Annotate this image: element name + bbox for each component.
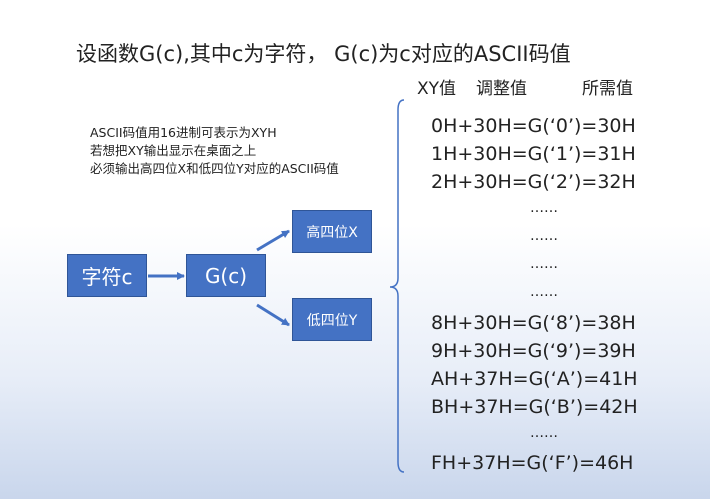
conversion-row: 9H+30H=G(‘9’)=39H bbox=[431, 340, 636, 362]
curly-brace bbox=[389, 99, 405, 473]
ellipsis-row: …… bbox=[530, 200, 558, 216]
conversion-row: BH+37H=G(‘B’)=42H bbox=[431, 396, 638, 418]
arrow-g-to-low bbox=[256, 303, 290, 327]
conversion-row: AH+37H=G(‘A’)=41H bbox=[431, 368, 638, 390]
conversion-row: 1H+30H=G(‘1’)=31H bbox=[431, 143, 636, 165]
box-g-c: G(c) bbox=[186, 254, 266, 297]
box-low-nibble: 低四位Y bbox=[292, 298, 372, 341]
conversion-row: 2H+30H=G(‘2’)=32H bbox=[431, 171, 636, 193]
box-high-nibble: 高四位X bbox=[292, 210, 372, 253]
box-char-c: 字符c bbox=[67, 254, 147, 297]
conversion-row: FH+37H=G(‘F’)=46H bbox=[431, 452, 634, 474]
conversion-row: 0H+30H=G(‘0’)=30H bbox=[431, 115, 636, 137]
ellipsis-row: …… bbox=[530, 284, 558, 300]
ellipsis-row: …… bbox=[530, 425, 558, 441]
ellipsis-row: …… bbox=[530, 256, 558, 272]
conversion-row: 8H+30H=G(‘8’)=38H bbox=[431, 312, 636, 334]
ellipsis-row: …… bbox=[530, 228, 558, 244]
arrow-g-to-high bbox=[256, 229, 290, 252]
